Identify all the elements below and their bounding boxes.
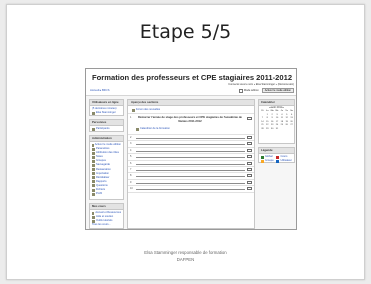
edit-mode-label: Mode édition [243,89,259,92]
administration-block: Administration Activer le mode édition P… [89,135,124,200]
topic-number: 1 [130,116,132,119]
topic-summary-line [136,157,245,159]
collapse-icon[interactable] [247,180,252,184]
block-title: Calendrier [259,100,294,106]
reports-icon [92,180,95,184]
calendar-link[interactable]: Calendrier de la formation [136,127,170,131]
online-users-block: Utilisateurs en ligne (5 dernières minut… [89,99,124,116]
participants-link[interactable]: Participants [92,127,121,131]
topic-number: 8 [130,174,132,178]
collapse-icon[interactable] [247,136,252,139]
calendar-grid: Di Lu Ma Me Je Ve Sa 1 2 3 4 5 6 7 8 9 10 11 12 13 14 15 16 17… [260,110,294,132]
checkbox-icon[interactable] [238,88,243,93]
course-icon [92,215,95,219]
group-icon [261,159,264,163]
collapse-icon[interactable] [247,155,252,159]
user-icon [92,111,95,115]
collapse-icon[interactable] [247,142,252,146]
collapse-icon[interactable] [247,148,252,152]
moodle-screenshot: Formation des professeurs et CPE stagiai… [85,68,297,230]
people-block: Personnes Participants [89,119,124,132]
collapse-icon[interactable] [247,117,252,120]
topic-summary-line [136,144,245,146]
collapse-icon[interactable] [247,174,252,178]
site-header: Formation des professeurs et CPE stagiai… [86,69,296,96]
reset-icon [92,176,95,180]
topic-summary-line [136,150,245,152]
block-title: Légende [259,148,294,154]
collapse-icon[interactable] [247,187,252,191]
header-controls: Mode édition Activer le mode édition [238,88,294,93]
login-info: Connecté sous le nom « Elsa Stamminger »… [228,83,294,86]
topic-number: 7 [130,167,132,171]
restore-icon [92,168,95,172]
calendar-day [289,128,294,132]
site-title: Formation des professeurs et CPE stagiai… [92,73,293,82]
admin-item[interactable]: Profil [92,192,121,196]
topic-number: 3 [130,142,132,146]
my-courses-block: Mes cours Accueil et Ressources Aide et … [89,203,124,229]
groups-icon [92,159,95,163]
grades-icon [92,155,95,159]
legend-group[interactable]: Groupe [261,159,276,163]
import-icon [92,172,95,176]
legend-block: Légende Global Cours Groupe Utilisateur [258,147,295,163]
topic-summary-line [136,189,245,191]
topic-number: 10 [130,187,133,191]
next-month-icon[interactable]: ▸ [283,106,284,109]
edit-icon [92,143,94,147]
block-title: Personnes [90,120,123,126]
footer-org: DAFPEN [176,257,195,262]
section-0: Forum des nouvelles [128,106,254,114]
block-title: Mes cours [90,204,123,210]
course-icon [92,211,95,215]
slide-title: Etape 5/5 [139,21,232,43]
global-icon [261,155,264,159]
topic-number: 5 [130,155,132,159]
collapse-icon[interactable] [247,167,252,171]
section-1: 1 Démarrer l'année de stage des professe… [128,114,254,135]
course-link[interactable]: Tous les cours... [92,223,121,227]
breadcrumb[interactable]: Accueil ▸ BFCS [90,88,109,92]
block-title: Administration [90,136,123,142]
list-item[interactable]: Elsa Stamminger [92,111,121,115]
topic-number: 6 [130,161,132,165]
roles-icon [92,151,95,155]
people-icon [92,127,95,131]
profile-icon [92,192,95,196]
topic-number: 4 [130,148,132,152]
legend-user[interactable]: Utilisateur [276,159,292,163]
news-forum-link[interactable]: Forum des nouvelles [132,108,160,112]
course-icon [276,155,280,159]
slide: Etape 5/5 Formation des professeurs et C… [6,4,365,280]
topic-number: 9 [130,180,132,184]
topic-number: 2 [130,136,132,139]
files-icon [92,188,95,192]
forum-icon [132,108,135,112]
edit-mode-button[interactable]: Activer le mode édition [261,88,294,93]
topic-summary-line [136,176,245,178]
course-sections: Aperçu des sections Forum des nouvelles … [127,99,255,229]
block-title: Utilisateurs en ligne [90,100,123,106]
topic-summary-line [136,138,245,139]
edit-mode-toggle[interactable]: Mode édition [238,88,259,93]
topic-summary-line [136,169,245,171]
questions-icon [92,184,95,188]
calendar-block: Calendrier ◂ août 2011 ▸ Di Lu Ma Me Je Ve Sa … [258,99,295,144]
user-icon [276,159,280,163]
settings-icon [92,147,95,151]
calendar-icon [136,127,139,131]
topic-section: 10 [128,186,254,193]
collapse-icon[interactable] [247,161,252,165]
topic-summary-line [136,182,245,184]
section-title: Démarrer l'année de stage des professeur… [138,115,242,123]
backup-icon [92,164,95,168]
footer-author: Elsa Stamminger responsable de formation [144,250,227,255]
topic-summary-line [136,163,245,165]
